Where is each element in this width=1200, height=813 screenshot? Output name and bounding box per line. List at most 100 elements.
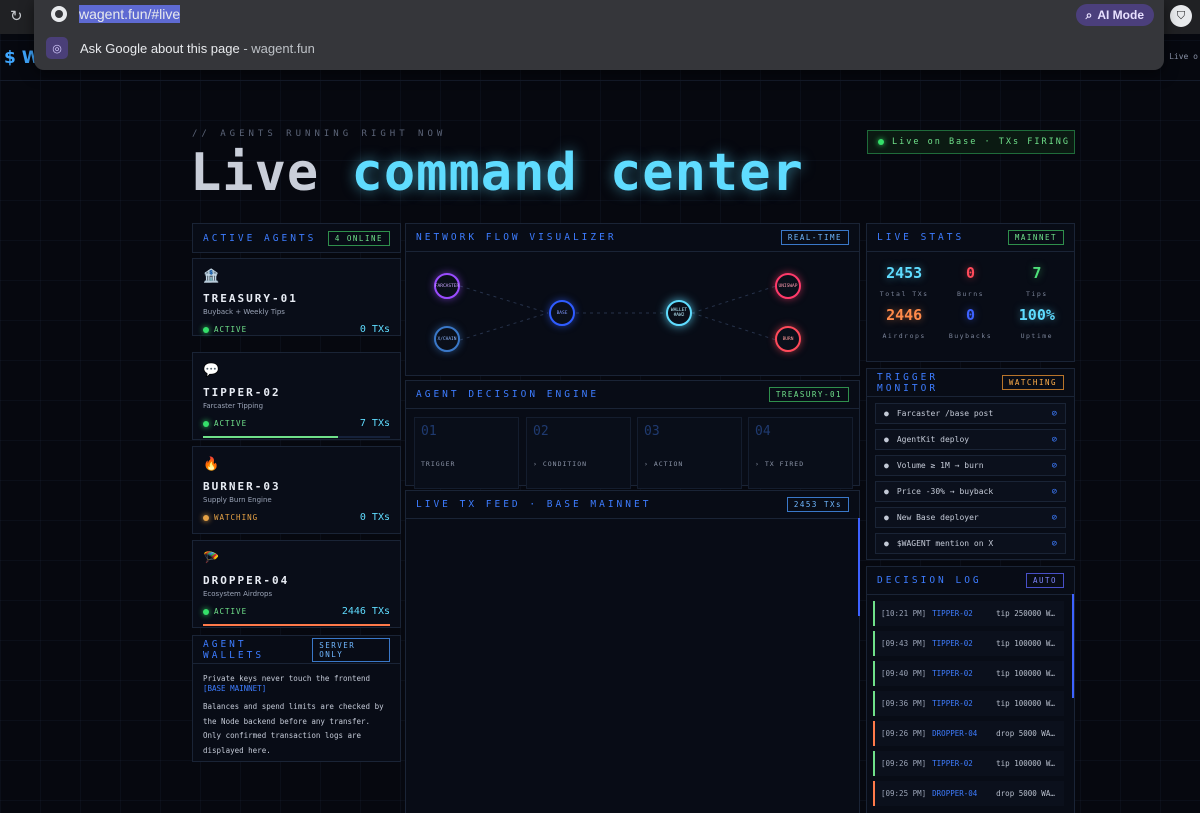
real-time-badge: REAL-TIME: [780, 230, 849, 245]
agent-tx-count: 2446 TXs: [341, 606, 390, 617]
google-lens-icon: ◎: [46, 37, 68, 59]
live-stats-title: LIVE STATS: [877, 232, 965, 243]
tx-feed-scrollbar[interactable]: [858, 518, 860, 616]
network-flow-title: NETWORK FLOW VISUALIZER: [416, 232, 617, 243]
log-time: [09:26 PM]: [881, 759, 927, 768]
reload-icon[interactable]: ↻: [10, 7, 23, 25]
agent-card-tipper[interactable]: 💬 TIPPER-02 Farcaster Tipping ACTIVE 7 T…: [192, 352, 401, 440]
bullet-icon: ●: [884, 513, 889, 522]
selected-agent-badge: TREASURY-01: [768, 387, 849, 402]
ai-search-icon: ⌕: [1085, 7, 1093, 22]
step-action: 03 › ACTION: [637, 417, 742, 489]
stat-value: 100%: [1018, 306, 1055, 324]
stat-uptime: 100% Uptime: [1004, 306, 1070, 340]
live-status-pill: Live on Base · TXs FIRING: [867, 130, 1075, 154]
parachute-icon: 🪂: [203, 551, 220, 566]
trigger-monitor-panel: TRIGGER MONITOR WATCHING ● Farcaster /bas…: [866, 368, 1075, 560]
stat-label: Tips: [1026, 290, 1048, 298]
log-time: [09:43 PM]: [881, 639, 927, 648]
log-entry: [09:26 PM] TIPPER-02 tip 100000 W…: [873, 751, 1064, 776]
section-eyebrow: // AGENTS RUNNING RIGHT NOW: [192, 129, 447, 139]
agent-description: Ecosystem Airdrops: [203, 590, 273, 598]
title-part-2: command center: [351, 143, 804, 203]
ai-mode-button[interactable]: ⌕ AI Mode: [1075, 4, 1154, 26]
stat-buybacks: 0 Buybacks: [937, 306, 1003, 340]
bullet-icon: ●: [884, 461, 889, 470]
node-burn[interactable]: BURN: [775, 326, 801, 352]
shield-extension-icon[interactable]: ⛉: [1170, 5, 1192, 27]
bank-icon: 🏦: [203, 269, 220, 284]
tx-count-badge: 2453 TXs: [786, 497, 849, 512]
omnibox-dropdown[interactable]: wagent.fun/#live ⌕ AI Mode ◎ Ask Google …: [34, 0, 1164, 70]
node-farcaster[interactable]: FARCASTER: [434, 273, 460, 299]
omnibox-suggestion[interactable]: ◎ Ask Google about this page - wagent.fu…: [46, 37, 315, 59]
trigger-label: $WAGENT mention on X: [896, 539, 994, 548]
agent-description: Buyback + Weekly Tips: [203, 308, 285, 316]
decision-log-title: DECISION LOG: [877, 575, 982, 586]
decision-log-list: [10:21 PM] TIPPER-02 tip 250000 W… [09:43 P…: [867, 601, 1074, 806]
log-agent: TIPPER-02: [932, 699, 973, 708]
trigger-status-icon: ⊘: [1051, 512, 1057, 523]
log-time: [09:36 PM]: [881, 699, 927, 708]
log-time: [09:40 PM]: [881, 669, 927, 678]
tx-feed-panel[interactable]: LIVE TX FEED · BASE MAINNET 2453 TXs: [405, 490, 860, 813]
log-entry: [09:40 PM] TIPPER-02 tip 100000 W…: [873, 661, 1064, 686]
mainnet-badge: MAINNET: [1007, 230, 1064, 245]
active-agents-title: ACTIVE AGENTS: [203, 232, 317, 244]
log-entry: [09:26 PM] DROPPER-04 drop 5000 WA…: [873, 721, 1064, 746]
network-flow-panel: NETWORK FLOW VISUALIZER REAL-TIME FARCAS…: [405, 223, 860, 376]
stat-value: 2446: [886, 306, 923, 324]
title-part-1: Live: [190, 143, 320, 203]
agent-tx-count: 0 TXs: [359, 324, 390, 335]
wallet-description: Balances and spend limits are checked by…: [203, 702, 384, 755]
trigger-item: ● Volume ≥ 1M → burn ⊘: [875, 455, 1066, 476]
log-agent: TIPPER-02: [932, 759, 973, 768]
decision-log-scrollbar[interactable]: [1072, 594, 1074, 698]
agent-progress-bar: [203, 436, 390, 438]
node-uniswap[interactable]: UNISWAP: [775, 273, 801, 299]
log-agent: DROPPER-04: [932, 729, 978, 738]
log-agent: TIPPER-02: [932, 639, 973, 648]
node-wallet[interactable]: WALLET #AW2: [666, 300, 692, 326]
bullet-icon: ●: [884, 539, 889, 548]
url-field[interactable]: wagent.fun/#live: [79, 5, 181, 23]
stat-value: 0: [965, 306, 975, 324]
site-info-icon[interactable]: [51, 6, 67, 22]
step-tx-fired: 04 › TX FIRED: [748, 417, 853, 489]
stats-grid: 2453 Total TXs 0 Burns 7 Tips 2446 Airdrops 0 Buy…: [867, 252, 1074, 348]
agent-card-burner[interactable]: 🔥 BURNER-03 Supply Burn Engine WATCHING …: [192, 446, 401, 534]
agent-progress-bar: [203, 624, 390, 626]
log-agent: TIPPER-02: [932, 609, 973, 618]
bullet-icon: ●: [884, 487, 889, 496]
agent-name: TIPPER-02: [203, 386, 281, 399]
live-status-text: Live on Base · TXs FIRING: [892, 137, 1070, 147]
network-links: [459, 285, 777, 341]
log-entry: [09:43 PM] TIPPER-02 tip 100000 W…: [873, 631, 1064, 656]
trigger-item: ● $WAGENT mention on X ⊘: [875, 533, 1066, 554]
stat-label: Burns: [956, 290, 985, 298]
stat-label: Total TXs: [879, 290, 929, 298]
agent-card-dropper[interactable]: 🪂 DROPPER-04 Ecosystem Airdrops ACTIVE 2…: [192, 540, 401, 628]
log-agent: TIPPER-02: [932, 669, 973, 678]
agent-status: ACTIVE: [203, 419, 247, 428]
decision-log-panel[interactable]: DECISION LOG AUTO [10:21 PM] TIPPER-02 tip…: [866, 566, 1075, 813]
trigger-item: ● Farcaster /base post ⊘: [875, 403, 1066, 424]
agent-tx-count: 0 TXs: [359, 512, 390, 523]
stat-label: Airdrops: [882, 332, 926, 340]
agent-card-treasury[interactable]: 🏦 TREASURY-01 Buyback + Weekly Tips ACTI…: [192, 258, 401, 336]
trigger-status-icon: ⊘: [1051, 434, 1057, 445]
agent-wallets-panel: AGENT WALLETS SERVER ONLY Private keys n…: [192, 635, 401, 762]
nav-live-link[interactable]: Live o: [1169, 52, 1198, 61]
trigger-status-icon: ⊘: [1051, 460, 1057, 471]
log-time: [09:25 PM]: [881, 789, 927, 798]
log-time: [10:21 PM]: [881, 609, 927, 618]
bullet-icon: ●: [884, 409, 889, 418]
agent-status: WATCHING: [203, 513, 258, 522]
node-base[interactable]: BASE: [549, 300, 575, 326]
step-trigger: 01 TRIGGER: [414, 417, 519, 489]
log-message: drop 5000 WA…: [996, 729, 1055, 738]
node-x-chain[interactable]: X/CHAIN: [434, 326, 460, 352]
stat-value: 7: [1032, 264, 1042, 282]
step-condition: 02 › CONDITION: [526, 417, 631, 489]
auto-badge: AUTO: [1025, 573, 1064, 588]
